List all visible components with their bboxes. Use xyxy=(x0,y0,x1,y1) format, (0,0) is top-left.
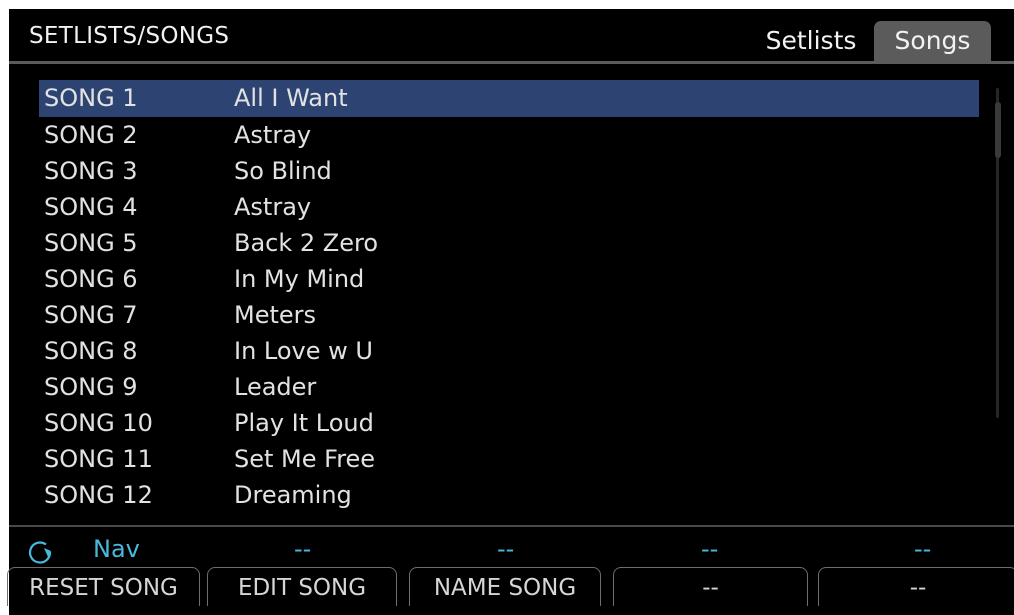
song-row-7[interactable]: SONG 7 Meters xyxy=(39,297,979,333)
scrollbar-thumb[interactable] xyxy=(995,102,1001,158)
song-name: Leader xyxy=(234,373,317,401)
song-name: So Blind xyxy=(234,157,332,185)
song-list: SONG 1 All I Want SONG 2 Astray SONG 3 S… xyxy=(39,80,979,513)
song-row-4[interactable]: SONG 4 Astray xyxy=(39,189,979,225)
song-slot: SONG 2 xyxy=(44,121,138,149)
song-slot: SONG 8 xyxy=(44,337,138,365)
soft-button-5[interactable]: -- xyxy=(818,567,1014,606)
reset-song-button[interactable]: RESET SONG xyxy=(7,567,200,606)
song-name: Meters xyxy=(234,301,317,329)
song-slot: SONG 5 xyxy=(44,229,138,257)
header: SETLISTS/SONGS Setlists Songs xyxy=(9,9,1014,64)
song-name: All I Want xyxy=(234,84,348,112)
nav-value-2: -- xyxy=(497,535,515,563)
song-name: Astray xyxy=(234,121,312,149)
nav-value-3: -- xyxy=(701,535,719,563)
rotary-knob-icon xyxy=(28,541,52,564)
song-name: Astray xyxy=(234,193,312,221)
song-name: In My Mind xyxy=(234,265,365,293)
song-row-6[interactable]: SONG 6 In My Mind xyxy=(39,261,979,297)
song-row-9[interactable]: SONG 9 Leader xyxy=(39,369,979,405)
song-slot: SONG 4 xyxy=(44,193,138,221)
song-row-5[interactable]: SONG 5 Back 2 Zero xyxy=(39,225,979,261)
page-title: SETLISTS/SONGS xyxy=(29,23,230,49)
edit-song-button[interactable]: EDIT SONG xyxy=(207,567,397,606)
soft-button-4[interactable]: -- xyxy=(613,567,808,606)
song-name: Set Me Free xyxy=(234,445,376,473)
nav-value-4: -- xyxy=(914,535,932,563)
setlists-songs-screen: SETLISTS/SONGS Setlists Songs SONG 1 All… xyxy=(9,9,1014,615)
name-song-button[interactable]: NAME SONG xyxy=(409,567,601,606)
nav-label: Nav xyxy=(93,535,140,563)
tab-setlists[interactable]: Setlists xyxy=(753,21,869,61)
nav-row: Nav -- -- -- -- xyxy=(9,533,1014,571)
header-divider xyxy=(9,61,1014,64)
song-slot: SONG 11 xyxy=(44,445,153,473)
song-slot: SONG 3 xyxy=(44,157,138,185)
song-slot: SONG 9 xyxy=(44,373,138,401)
song-slot: SONG 10 xyxy=(44,409,153,437)
song-row-2[interactable]: SONG 2 Astray xyxy=(39,117,979,153)
song-slot: SONG 7 xyxy=(44,301,138,329)
song-name: Dreaming xyxy=(234,481,352,509)
song-row-10[interactable]: SONG 10 Play It Loud xyxy=(39,405,979,441)
song-slot: SONG 12 xyxy=(44,481,153,509)
song-slot: SONG 1 xyxy=(44,84,138,112)
tab-songs[interactable]: Songs xyxy=(874,21,991,61)
song-row-12[interactable]: SONG 12 Dreaming xyxy=(39,477,979,513)
song-name: Back 2 Zero xyxy=(234,229,379,257)
song-slot: SONG 6 xyxy=(44,265,138,293)
song-row-3[interactable]: SONG 3 So Blind xyxy=(39,153,979,189)
song-row-8[interactable]: SONG 8 In Love w U xyxy=(39,333,979,369)
song-row-1[interactable]: SONG 1 All I Want xyxy=(39,80,979,117)
footer-divider xyxy=(9,525,1014,527)
nav-value-1: -- xyxy=(294,535,312,563)
song-name: In Love w U xyxy=(234,337,373,365)
song-row-11[interactable]: SONG 11 Set Me Free xyxy=(39,441,979,477)
song-name: Play It Loud xyxy=(234,409,374,437)
